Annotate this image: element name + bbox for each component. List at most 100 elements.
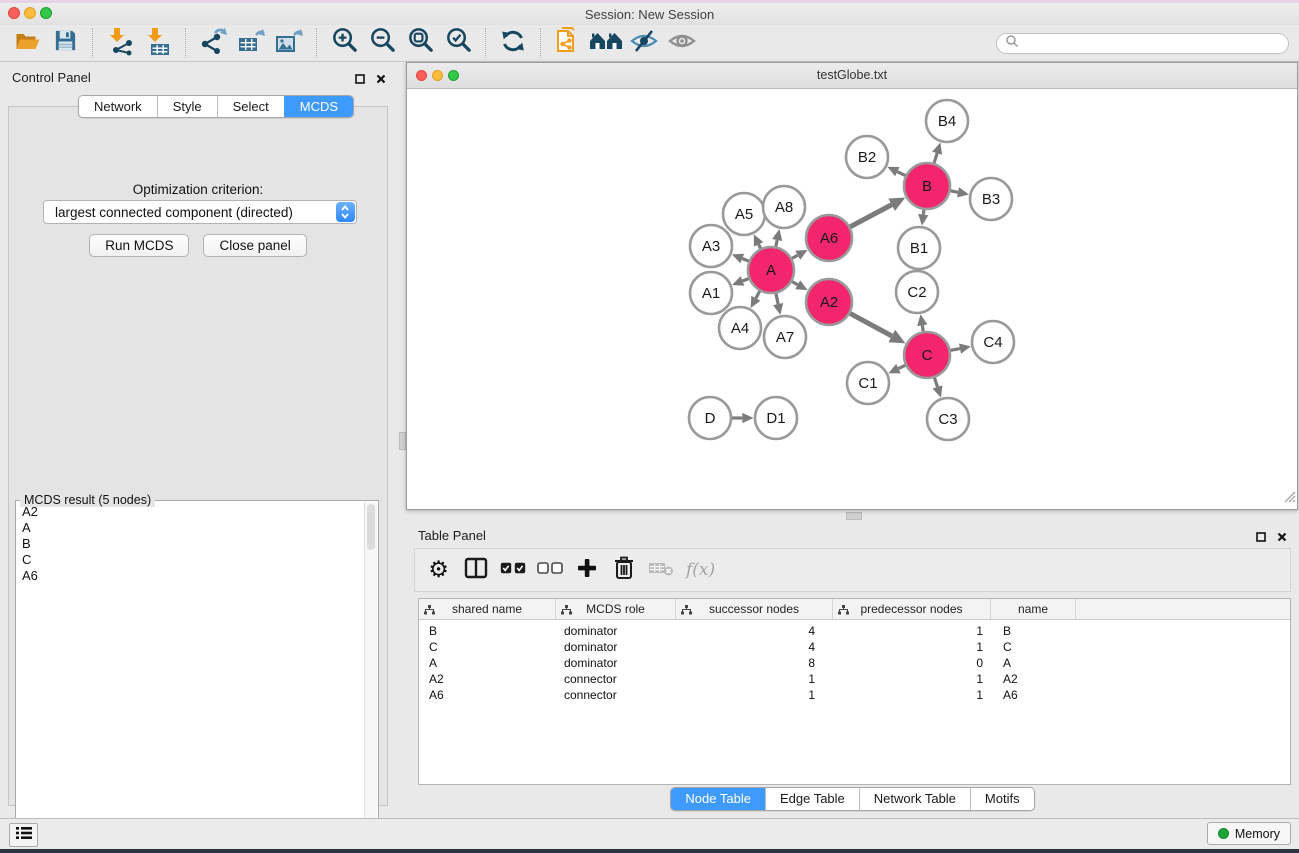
graph-edge-B-B1[interactable]: [923, 210, 924, 215]
graph-edge-C-C1[interactable]: [898, 365, 905, 368]
control-panel-tab-mcds[interactable]: MCDS: [284, 96, 353, 117]
memory-button[interactable]: Memory: [1207, 822, 1291, 845]
control-panel-tab-select[interactable]: Select: [217, 96, 284, 117]
graph-edge-C-C4[interactable]: [951, 349, 960, 351]
export-table-button[interactable]: [232, 27, 270, 59]
float-panel-icon[interactable]: [355, 71, 365, 89]
network-canvas[interactable]: AA1A2A3A4A5A6A7A8BB1B2B3B4CC1C2C3C4DD1: [407, 89, 1297, 509]
mcds-result-item[interactable]: A6: [17, 568, 365, 584]
control-panel-header: Control Panel: [0, 62, 398, 90]
table-tab-network-table[interactable]: Network Table: [859, 788, 970, 810]
new-network-from-selection-button[interactable]: [549, 27, 587, 59]
open-file-button[interactable]: [8, 27, 46, 59]
main-titlebar: Session: New Session: [0, 3, 1299, 26]
table-cell: C: [991, 639, 1076, 655]
zoom-out-button[interactable]: [363, 27, 401, 59]
import-table-button[interactable]: [139, 27, 177, 59]
float-panel-icon[interactable]: [1256, 529, 1266, 547]
graph-edge-B-B3[interactable]: [951, 191, 958, 193]
zoom-in-button[interactable]: [325, 27, 363, 59]
add-column-button[interactable]: [571, 554, 602, 586]
mcds-result-item[interactable]: A2: [17, 504, 365, 520]
table-row[interactable]: Cdominator41C: [419, 639, 1290, 655]
table-settings-button[interactable]: ⚙: [423, 554, 454, 586]
column-header-name[interactable]: name: [991, 599, 1076, 619]
graph-edge-C-C2[interactable]: [922, 325, 923, 331]
vertical-split-divider[interactable]: [398, 62, 406, 818]
graph-edge-A6-B[interactable]: [850, 205, 891, 227]
table-tab-node-table[interactable]: Node Table: [671, 788, 765, 810]
import-network-button[interactable]: [101, 27, 139, 59]
table-toolbar: ⚙ f(x): [414, 548, 1291, 592]
graph-edge-A-A1[interactable]: [742, 279, 748, 281]
network-document-icon: [554, 26, 582, 61]
mcds-result-item[interactable]: B: [17, 536, 365, 552]
table-cell: B: [991, 623, 1076, 639]
column-header-mcds-role[interactable]: MCDS role: [556, 599, 676, 619]
graph-node-label: B4: [938, 113, 956, 130]
select-all-button[interactable]: [497, 554, 528, 586]
zoom-fit-button[interactable]: [401, 27, 439, 59]
column-header-predecessor-nodes[interactable]: predecessor nodes: [833, 599, 991, 619]
close-panel-icon[interactable]: [376, 71, 386, 89]
graph-edge-A2-C[interactable]: [850, 313, 892, 336]
table-row[interactable]: Adominator80A: [419, 655, 1290, 671]
split-panel-button[interactable]: [460, 554, 491, 586]
search-field[interactable]: [996, 33, 1289, 54]
table-row[interactable]: Bdominator41B: [419, 623, 1290, 639]
graph-edge-A-A3[interactable]: [742, 259, 748, 262]
export-network-button[interactable]: [194, 27, 232, 59]
zoom-selected-button[interactable]: [439, 27, 477, 59]
refresh-view-button[interactable]: [494, 27, 532, 59]
scrollbar-thumb[interactable]: [367, 504, 375, 550]
deselect-all-button[interactable]: [534, 554, 565, 586]
close-panel-icon[interactable]: [1277, 529, 1287, 547]
show-graphics-details-button[interactable]: [663, 27, 701, 59]
divider-grip[interactable]: [399, 432, 406, 450]
control-panel-tab-style[interactable]: Style: [157, 96, 217, 117]
export-image-button[interactable]: [270, 27, 308, 59]
table-cell: A2: [991, 671, 1076, 687]
table-cell: 4: [676, 639, 833, 655]
control-panel-tab-network[interactable]: Network: [79, 96, 157, 117]
network-window-titlebar[interactable]: testGlobe.txt: [407, 63, 1297, 89]
graph-edge-A-A2[interactable]: [792, 282, 798, 285]
run-mcds-button[interactable]: Run MCDS: [89, 234, 189, 257]
graph-edge-C-C3[interactable]: [934, 378, 937, 387]
divider-grip[interactable]: [846, 512, 862, 520]
optimization-criterion-dropdown[interactable]: largest connected component (directed): [43, 200, 357, 224]
graph-node-label: B: [922, 178, 932, 195]
close-panel-button[interactable]: Close panel: [203, 234, 306, 257]
delete-columns-button[interactable]: [608, 554, 639, 586]
column-type-icon: [681, 604, 692, 618]
graph-edge-A-A7[interactable]: [776, 293, 778, 304]
graph-edge-A-A6[interactable]: [792, 255, 798, 258]
graph-edge-A-A8[interactable]: [776, 240, 777, 247]
table-row[interactable]: A6connector11A6: [419, 687, 1290, 703]
mcds-result-item[interactable]: C: [17, 552, 365, 568]
graph-edge-B-B4[interactable]: [934, 153, 937, 163]
save-session-button[interactable]: [46, 27, 84, 59]
table-cell: A6: [991, 687, 1076, 703]
graph-node-label: C2: [907, 284, 926, 301]
task-history-button[interactable]: [9, 823, 38, 847]
table-tab-motifs[interactable]: Motifs: [970, 788, 1034, 810]
hide-graphics-details-button[interactable]: [625, 27, 663, 59]
mcds-result-item[interactable]: A: [17, 520, 365, 536]
table-tab-edge-table[interactable]: Edge Table: [765, 788, 859, 810]
column-header-shared-name[interactable]: shared name: [419, 599, 556, 619]
graph-edge-arrowhead: [773, 303, 783, 315]
first-neighbors-button[interactable]: [587, 27, 625, 59]
graph-edge-B-B2[interactable]: [897, 172, 905, 176]
search-input[interactable]: [1024, 35, 1288, 51]
graph-edge-A-A4[interactable]: [756, 291, 760, 298]
column-header-successor-nodes[interactable]: successor nodes: [676, 599, 833, 619]
graph-edge-arrowhead: [959, 343, 971, 353]
horizontal-split-divider[interactable]: [406, 510, 1299, 520]
result-list-scrollbar[interactable]: [364, 502, 377, 841]
memory-label: Memory: [1235, 827, 1280, 841]
window-resize-grip[interactable]: [1282, 489, 1296, 508]
table-row[interactable]: A2connector11A2: [419, 671, 1290, 687]
graph-edge-A-A5[interactable]: [759, 244, 761, 248]
graph-node-label: C: [922, 347, 933, 364]
